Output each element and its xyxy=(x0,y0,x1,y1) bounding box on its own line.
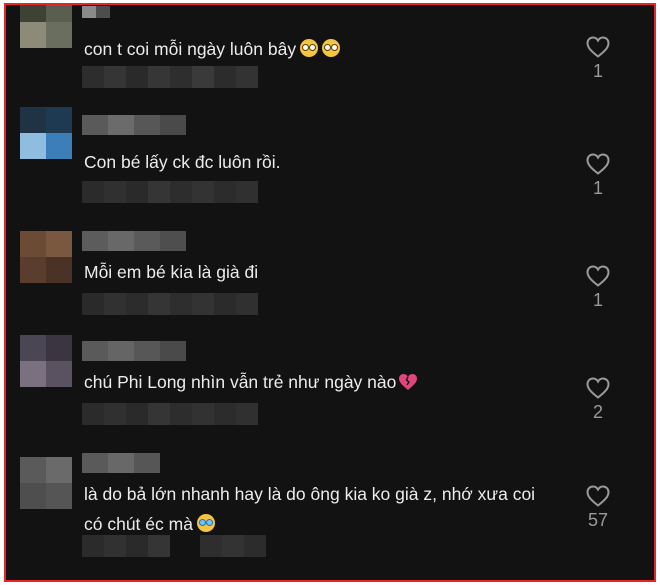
username-blurred[interactable] xyxy=(82,341,186,361)
comment-item: Con bé lấy ck đc luôn rồi. 1 xyxy=(6,103,654,213)
like-button[interactable]: 1 xyxy=(580,153,616,199)
comment-meta-blurred xyxy=(82,403,258,425)
username-blurred[interactable] xyxy=(82,6,110,26)
heart-outline-icon xyxy=(586,377,610,399)
like-count: 2 xyxy=(592,402,603,422)
avatar[interactable] xyxy=(20,5,72,48)
flushed-emoji-icon xyxy=(300,39,319,57)
comments-panel: con t coi mỗi ngày luôn bây 1 Con bé lấy… xyxy=(4,3,656,582)
username-blurred[interactable] xyxy=(82,231,186,251)
comment-text: là do bả lớn nhanh hay là do ông kia ko … xyxy=(84,479,544,539)
like-button[interactable]: 1 xyxy=(580,265,616,311)
heart-outline-icon xyxy=(586,265,610,287)
avatar[interactable] xyxy=(20,457,72,509)
flushed-emoji-icon xyxy=(322,39,341,57)
like-count: 1 xyxy=(592,61,603,81)
username-blurred[interactable] xyxy=(82,453,160,473)
comment-text-content: Mỗi em bé kia là già đi xyxy=(84,262,259,282)
comment-text: Con bé lấy ck đc luôn rồi. xyxy=(84,147,544,177)
like-button[interactable]: 1 xyxy=(580,36,616,82)
comment-meta-blurred xyxy=(82,66,258,88)
comment-item: con t coi mỗi ngày luôn bây 1 xyxy=(6,5,654,106)
comment-text-content: con t coi mỗi ngày luôn bây xyxy=(84,39,297,59)
comment-text: con t coi mỗi ngày luôn bây xyxy=(84,34,544,64)
crying-emoji-icon xyxy=(196,514,215,532)
like-count: 1 xyxy=(592,290,603,310)
heart-outline-icon xyxy=(586,485,610,507)
comment-text-content: là do bả lớn nhanh hay là do ông kia ko … xyxy=(84,484,536,534)
like-count: 1 xyxy=(592,178,603,198)
comment-item: chú Phi Long nhìn vẫn trẻ như ngày nào 2 xyxy=(6,323,654,433)
comment-text-content: chú Phi Long nhìn vẫn trẻ như ngày nào xyxy=(84,372,397,392)
username-blurred[interactable] xyxy=(82,115,186,135)
avatar[interactable] xyxy=(20,335,72,387)
avatar[interactable] xyxy=(20,107,72,159)
like-button[interactable]: 2 xyxy=(580,377,616,423)
comment-text-content: Con bé lấy ck đc luôn rồi. xyxy=(84,152,281,172)
broken-heart-emoji-icon xyxy=(399,374,418,390)
comment-meta-blurred xyxy=(82,535,266,557)
comment-text: chú Phi Long nhìn vẫn trẻ như ngày nào xyxy=(84,367,544,397)
heart-outline-icon xyxy=(586,36,610,58)
avatar[interactable] xyxy=(20,231,72,283)
comment-meta-blurred xyxy=(82,293,258,315)
like-button[interactable]: 57 xyxy=(580,485,616,531)
comment-text: Mỗi em bé kia là già đi xyxy=(84,257,544,287)
comment-meta-blurred xyxy=(82,181,258,203)
heart-outline-icon xyxy=(586,153,610,175)
comment-item: Mỗi em bé kia là già đi 1 xyxy=(6,213,654,323)
like-count: 57 xyxy=(587,510,609,530)
comment-item: là do bả lớn nhanh hay là do ông kia ko … xyxy=(6,433,654,557)
